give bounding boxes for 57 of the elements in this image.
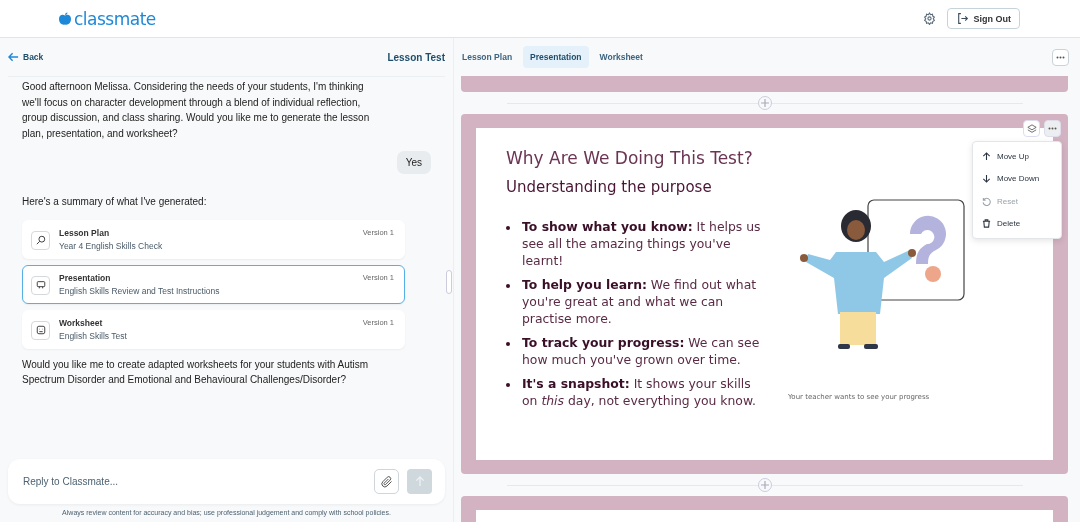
plus-icon: [760, 99, 769, 107]
bullet-text: To show what you know: It helps us see all the amazing things you've learnt!: [522, 218, 762, 269]
add-slide-button[interactable]: [757, 478, 772, 492]
artifact-subtitle: Year 4 English Skills Check: [59, 240, 164, 251]
artifact-title: Worksheet: [59, 317, 104, 328]
slide-subtitle: Understanding the purpose: [506, 178, 713, 196]
arrow-up-icon: [982, 151, 991, 161]
artifact-subtitle: English Skills Test: [59, 330, 128, 341]
presentation-icon: [35, 280, 46, 290]
paperclip-icon: [380, 475, 393, 488]
assistant-message: Would you like me to create adapted worksheets for your students with Autism Spectrum Disorder and Emotional and Behavioural Challenges/Disorder?: [22, 357, 370, 387]
send-button[interactable]: [407, 469, 432, 494]
sign-out-button[interactable]: Sign Out: [946, 8, 1020, 29]
more-options-button[interactable]: [1052, 48, 1069, 66]
more-icon: [1048, 127, 1057, 130]
reply-input-field[interactable]: Reply to Classmate...: [21, 475, 366, 488]
bullet-text: To track your progress: We can see how much you've grown over time.: [522, 334, 761, 368]
user-message: Yes: [396, 151, 431, 174]
apple-logo-icon: [58, 11, 72, 26]
sign-out-icon: [955, 12, 969, 25]
worksheet-icon: [35, 325, 46, 335]
assistant-message: Good afternoon Melissa. Considering the needs of your students, I'm thinking we'll focus on character development through a blend of individual reflection, group discussion, and class sharing. Would you like me to generate the lesson plan, presentation, and worksheet?: [22, 80, 371, 141]
more-icon: [1056, 55, 1065, 59]
trash-icon: [982, 219, 991, 229]
tab[interactable]: Worksheet: [592, 46, 650, 68]
menu-item[interactable]: Move Up: [973, 145, 1061, 168]
bullet-text: To help you learn: We find out what you're great at and what we can practise more.: [522, 276, 758, 327]
attach-button[interactable]: [374, 469, 399, 494]
artifact-title: Lesson Plan: [59, 227, 111, 238]
bullet-icon: [506, 226, 510, 230]
settings-icon[interactable]: [922, 12, 936, 25]
artifact-subtitle: English Skills Review and Test Instructions: [59, 285, 221, 296]
bullet-icon: [506, 342, 510, 346]
tab[interactable]: Lesson Plan: [455, 46, 520, 68]
menu-item[interactable]: Move Down: [973, 167, 1061, 190]
artifact-title: Presentation: [59, 272, 112, 283]
lesson-plan-icon: [35, 235, 46, 245]
tab[interactable]: Presentation: [523, 46, 589, 68]
menu-item[interactable]: Delete: [973, 212, 1061, 235]
slide-title: Why Are We Doing This Test?: [506, 148, 754, 168]
layers-icon: [1026, 123, 1037, 134]
more-options-button[interactable]: [1044, 120, 1061, 137]
logo-text: classmate: [74, 8, 156, 29]
plus-icon: [760, 481, 769, 489]
bullet-icon: [506, 383, 510, 387]
bullet-icon: [506, 284, 510, 288]
reset-icon: [982, 196, 991, 206]
assistant-message: Here's a summary of what I've generated:: [22, 195, 208, 209]
up-arrow-icon: [414, 476, 425, 487]
resize-handle[interactable]: [446, 270, 452, 294]
back-button[interactable]: Back: [8, 52, 44, 62]
back-arrow-icon: [8, 52, 19, 62]
arrow-down-icon: [982, 174, 991, 184]
layers-button[interactable]: [1023, 120, 1040, 137]
add-slide-button[interactable]: [757, 96, 772, 110]
bullet-text: It's a snapshot: It shows your skills on this day, not everything you know.: [522, 375, 757, 409]
lesson-title: Lesson Test: [387, 51, 445, 63]
